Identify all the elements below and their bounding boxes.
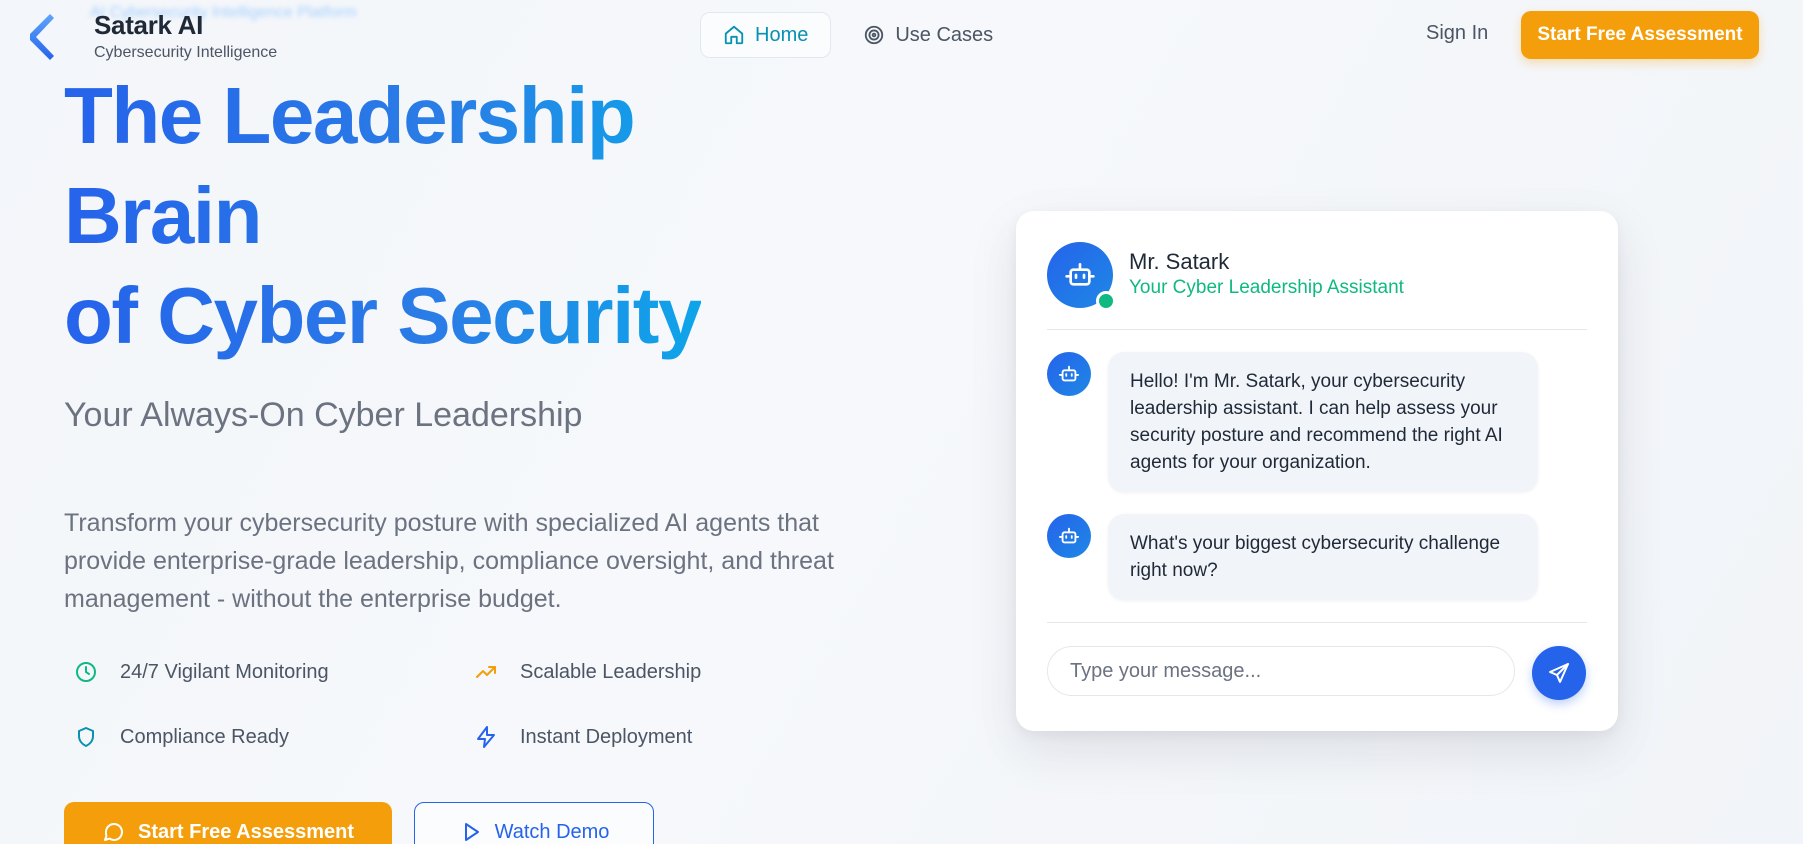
feature-label: Scalable Leadership (520, 660, 702, 683)
hero-title: The Leadership Brain of Cyber Security (64, 66, 701, 366)
target-icon (865, 25, 884, 45)
assistant-role: Your Cyber Leadership Assistant (1129, 277, 1404, 298)
online-status-indicator (1096, 291, 1116, 311)
bot-icon (1058, 527, 1080, 544)
nav-home-label: Home (755, 23, 809, 46)
bot-message-bubble: Hello! I'm Mr. Satark, your cybersecurit… (1108, 352, 1538, 492)
feature-deployment: Instant Deployment (474, 725, 692, 749)
nav-use-cases-label: Use Cases (895, 23, 994, 46)
bot-icon (1065, 263, 1095, 286)
clock-icon (76, 662, 96, 682)
feature-label: Compliance Ready (120, 725, 289, 748)
hero-title-line-3: of Cyber Security (64, 271, 701, 360)
header: AI Cybersecurity Intelligence Platform S… (0, 0, 1803, 72)
assistant-name: Mr. Satark (1129, 249, 1230, 274)
brand-name[interactable]: Satark AI (94, 10, 203, 41)
hero-title-line-1: The Leadership (64, 71, 635, 160)
bot-icon (1058, 365, 1080, 382)
chat-input-divider (1047, 622, 1587, 623)
nav-use-cases[interactable]: Use Cases (841, 12, 1015, 58)
main-nav: Home Use Cases (700, 12, 1015, 58)
header-start-assessment-button[interactable]: Start Free Assessment (1521, 11, 1759, 59)
start-free-assessment-label: Start Free Assessment (137, 820, 355, 843)
chat-widget: Mr. Satark Your Cyber Leadership Assista… (1016, 211, 1618, 731)
chat-bubble-icon (103, 823, 123, 841)
nav-home[interactable]: Home (700, 12, 832, 58)
send-message-button[interactable] (1532, 646, 1586, 700)
sign-in-link[interactable]: Sign In (1426, 22, 1488, 45)
satark-logo-icon[interactable] (24, 12, 64, 62)
lightning-icon (477, 726, 495, 748)
feature-scalable: Scalable Leadership (474, 660, 701, 684)
feature-label: Instant Deployment (520, 725, 693, 748)
feature-label: 24/7 Vigilant Monitoring (120, 660, 329, 683)
hero-subtitle: Your Always-On Cyber Leadership (64, 396, 583, 434)
start-free-assessment-button[interactable]: Start Free Assessment (64, 802, 392, 844)
message-avatar (1047, 514, 1091, 558)
bot-message-bubble: What's your biggest cybersecurity challe… (1108, 514, 1538, 600)
chat-message-input[interactable] (1047, 646, 1515, 696)
message-avatar (1047, 352, 1091, 396)
hero-title-line-2: Brain (64, 171, 261, 260)
shield-icon (78, 727, 94, 747)
play-icon (464, 823, 479, 841)
hero-description: Transform your cybersecurity posture wit… (64, 509, 834, 613)
send-icon (1549, 663, 1569, 683)
chat-header-divider (1047, 329, 1587, 330)
brand-subtitle: Cybersecurity Intelligence (94, 44, 278, 61)
watch-demo-button[interactable]: Watch Demo (414, 802, 654, 844)
feature-monitoring: 24/7 Vigilant Monitoring (74, 660, 329, 684)
watch-demo-label: Watch Demo (494, 820, 610, 843)
feature-compliance: Compliance Ready (74, 725, 289, 749)
trending-up-icon (476, 666, 496, 678)
home-icon (724, 25, 744, 45)
